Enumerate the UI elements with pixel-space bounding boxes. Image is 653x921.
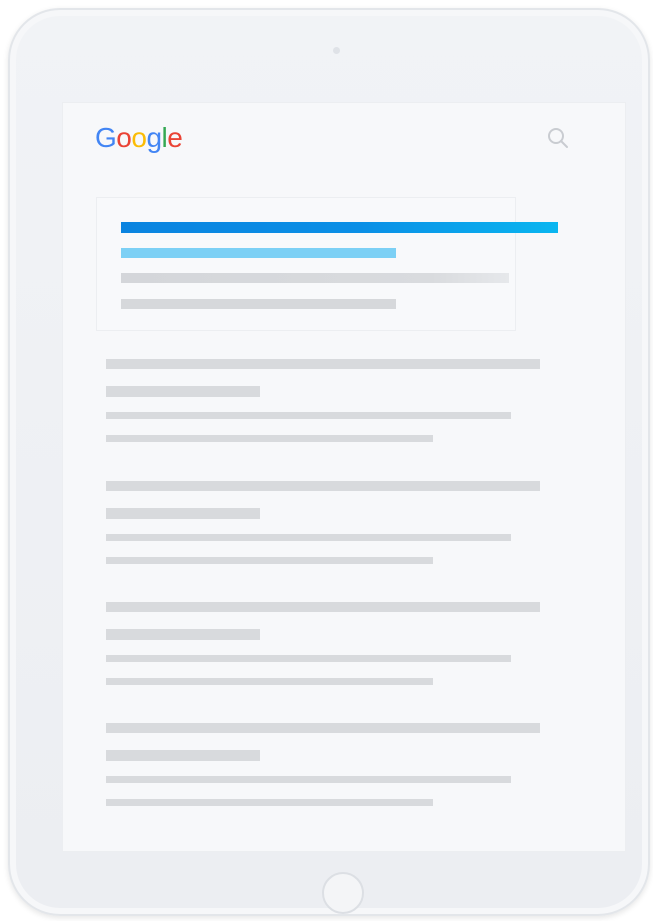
- featured-result-snippet-line: [121, 299, 396, 309]
- tablet-screen: Google: [62, 102, 626, 852]
- featured-result-url-bar: [121, 248, 396, 258]
- featured-result-title-bar[interactable]: [121, 222, 558, 233]
- google-logo-letter: e: [167, 122, 183, 153]
- result-snippet-placeholder: [106, 776, 511, 783]
- result-title-placeholder[interactable]: [106, 602, 540, 612]
- result-block[interactable]: [106, 359, 546, 459]
- result-block[interactable]: [106, 602, 546, 702]
- featured-result-snippet-line: [121, 273, 509, 283]
- google-logo[interactable]: Google: [95, 120, 183, 156]
- result-url-placeholder: [106, 750, 260, 761]
- google-logo-letter: g: [146, 122, 162, 153]
- result-url-placeholder: [106, 629, 260, 640]
- home-button[interactable]: [322, 872, 364, 914]
- result-snippet-placeholder: [106, 655, 511, 662]
- result-snippet-placeholder: [106, 678, 433, 685]
- search-icon[interactable]: [545, 125, 571, 151]
- result-snippet-placeholder: [106, 799, 433, 806]
- result-block[interactable]: [106, 481, 546, 581]
- result-title-placeholder[interactable]: [106, 481, 540, 491]
- result-block[interactable]: [106, 723, 546, 823]
- result-snippet-placeholder: [106, 557, 433, 564]
- tablet-frame: Google: [8, 8, 650, 916]
- featured-result-card[interactable]: [96, 197, 558, 331]
- result-url-placeholder: [106, 508, 260, 519]
- result-url-placeholder: [106, 386, 260, 397]
- google-logo-letter: G: [95, 122, 117, 153]
- google-logo-letter: o: [116, 122, 132, 153]
- result-title-placeholder[interactable]: [106, 359, 540, 369]
- result-snippet-placeholder: [106, 435, 433, 442]
- result-title-placeholder[interactable]: [106, 723, 540, 733]
- google-logo-letter: o: [131, 122, 147, 153]
- result-snippet-placeholder: [106, 412, 511, 419]
- camera-icon: [333, 47, 340, 54]
- result-snippet-placeholder: [106, 534, 511, 541]
